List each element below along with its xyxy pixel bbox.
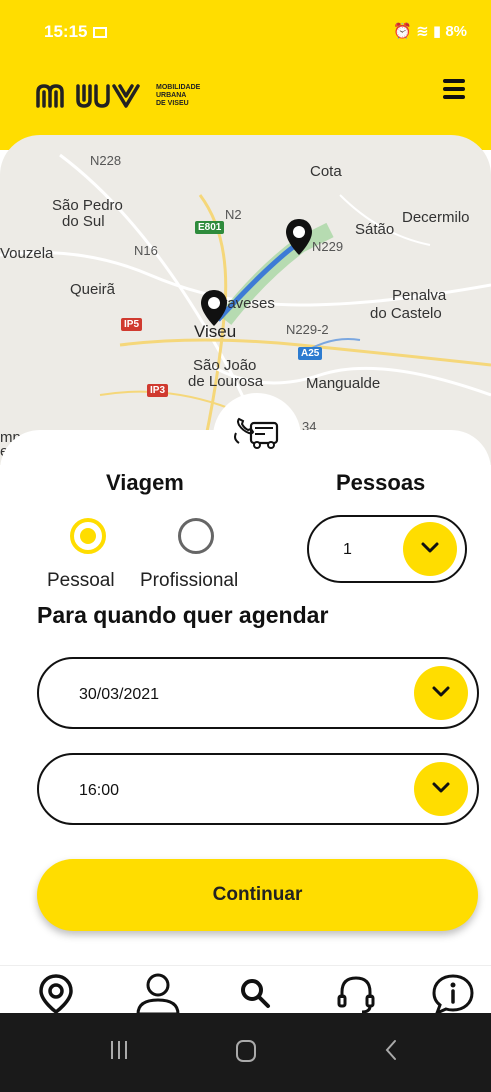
alarm-icon: ⏰ (393, 23, 412, 40)
battery-level: 8% (445, 23, 467, 40)
map-label: São João (193, 357, 257, 374)
road-badge: IP3 (147, 384, 169, 397)
date-dropdown-button[interactable] (414, 666, 468, 720)
professional-option-label[interactable]: Profissional (140, 570, 238, 592)
wifi-icon: ≋ (416, 23, 429, 40)
hamburger-menu-icon[interactable] (443, 79, 465, 101)
time-dropdown-button[interactable] (414, 762, 468, 816)
radio-professional[interactable] (178, 518, 214, 554)
system-nav-bar (0, 1013, 491, 1092)
trip-type-label: Viagem (106, 470, 184, 495)
status-bar: 15:15 ⏰ ≋ ▮ 8% (0, 0, 491, 62)
signal-icon: ▮ (432, 23, 442, 40)
road-badge: A25 (298, 347, 323, 360)
map-label: Decermilo (402, 209, 470, 226)
chevron-down-icon (432, 686, 450, 697)
time-value: 16:00 (79, 782, 120, 799)
logo-subtitle-line: MOBILIDADE (156, 84, 201, 91)
people-select[interactable]: 1 (307, 515, 467, 583)
map-label: N229-2 (286, 322, 329, 337)
logo-subtitle: MOBILIDADE URBANA DE VISEU (156, 84, 200, 108)
gallery-notification-icon (93, 27, 107, 38)
map-label: N228 (90, 153, 122, 168)
people-label: Pessoas (336, 470, 426, 495)
map-label: do Castelo (370, 305, 442, 322)
logo-subtitle-line: URBANA (156, 92, 187, 99)
people-dropdown-button[interactable] (403, 522, 457, 576)
road-badge: IP5 (121, 318, 143, 331)
continue-button[interactable]: Continuar (37, 859, 478, 931)
map-label: Penalva (392, 287, 447, 304)
info-icon (432, 974, 474, 1016)
map-label: Mangualde (306, 375, 381, 392)
map-label: Cota (310, 163, 342, 180)
map-label: Sátão (355, 221, 395, 238)
map-label: Queirã (70, 281, 116, 298)
search-icon (241, 979, 270, 1008)
date-value: 30/03/2021 (79, 686, 160, 703)
back-icon[interactable] (383, 1038, 399, 1062)
date-select[interactable]: 30/03/2021 (37, 657, 479, 729)
people-value: 1 (343, 541, 352, 558)
bus-call-badge (213, 393, 301, 481)
chevron-down-icon (421, 542, 439, 553)
home-icon[interactable] (234, 1038, 258, 1064)
map-label: do Sul (62, 213, 105, 230)
map-label: N2 (225, 207, 242, 222)
location-icon (39, 974, 73, 1015)
logo-subtitle-line: DE VISEU (156, 100, 189, 107)
profile-icon (136, 973, 180, 1016)
personal-option-label[interactable]: Pessoal (47, 570, 115, 592)
support-icon (337, 976, 375, 1014)
map-label: de Lourosa (188, 373, 264, 390)
status-time: 15:15 (44, 22, 88, 41)
status-battery: ⏰ ≋ ▮ 8% (393, 22, 467, 40)
map-label: Vouzela (0, 245, 54, 262)
map-label: N229 (312, 239, 344, 254)
chevron-down-icon (432, 782, 450, 793)
schedule-title: Para quando quer agendar (37, 602, 329, 628)
map-label: N16 (134, 243, 158, 258)
time-select[interactable]: 16:00 (37, 753, 479, 825)
origin-pin-icon[interactable] (199, 288, 229, 328)
bus-phone-icon (234, 417, 279, 449)
radio-personal[interactable] (70, 518, 106, 554)
muv-logo (34, 82, 152, 115)
destination-pin-icon[interactable] (284, 217, 314, 257)
road-badge: E801 (195, 221, 225, 234)
bottom-tab-bar (0, 965, 491, 1016)
recent-apps-icon[interactable] (108, 1038, 130, 1062)
map-label: São Pedro (52, 197, 123, 214)
